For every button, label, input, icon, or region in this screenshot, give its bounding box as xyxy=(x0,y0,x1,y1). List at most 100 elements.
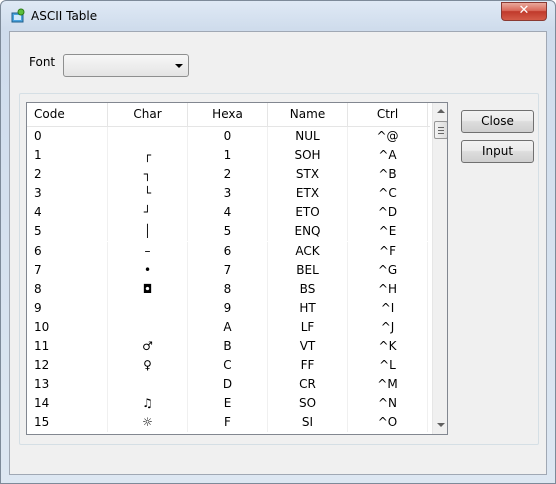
cell-char: ♀ xyxy=(108,356,188,376)
cell-hexa: C xyxy=(188,356,268,376)
cell-hexa: 5 xyxy=(188,222,268,242)
cell-hexa: E xyxy=(188,394,268,414)
table-row[interactable]: 9 9 HT ^I xyxy=(27,298,430,318)
input-button[interactable]: Input xyxy=(461,140,534,163)
column-header-hexa[interactable]: Hexa xyxy=(188,103,268,126)
cell-ctrl: ^A xyxy=(348,146,428,166)
cell-name: NUL xyxy=(268,127,348,146)
cell-name: FF xyxy=(268,356,348,376)
table-row[interactable]: 6–6 ACK ^F xyxy=(27,241,430,261)
cell-name: STX xyxy=(268,165,348,185)
cell-char: ♫ xyxy=(108,394,188,414)
cell-code: 9 xyxy=(27,298,108,318)
cell-ctrl: ^E xyxy=(348,222,428,242)
scrollbar-thumb[interactable] xyxy=(434,121,447,139)
cell-code: 11 xyxy=(27,337,108,357)
table-row[interactable]: 1 ┌ 1 SOH ^A xyxy=(27,146,430,166)
table-row[interactable]: 8 ◘ 8 BS ^H xyxy=(27,279,430,299)
font-dropdown[interactable] xyxy=(63,54,189,77)
cell-ctrl: ^N xyxy=(348,394,428,414)
cell-hexa: 4 xyxy=(188,203,268,223)
cell-hexa: A xyxy=(188,317,268,337)
cell-name: BS xyxy=(268,279,348,299)
column-header-ctrl[interactable]: Ctrl xyxy=(348,103,428,126)
font-label: Font xyxy=(29,55,56,69)
cell-code: 0 xyxy=(27,127,108,146)
cell-code: 5 xyxy=(27,222,108,242)
cell-code: 3 xyxy=(27,184,108,204)
cell-ctrl: ^D xyxy=(348,203,428,223)
table-row[interactable]: 10 A LF ^J xyxy=(27,317,430,337)
cell-code: 8 xyxy=(27,279,108,299)
cell-ctrl: ^K xyxy=(348,337,428,357)
cell-char: ◘ xyxy=(108,279,188,299)
cell-code: 10 xyxy=(27,317,108,337)
title-bar[interactable]: ASCII Table ✕ xyxy=(1,1,556,31)
table-row[interactable]: 4 ┘ 4 ETO ^D xyxy=(27,203,430,223)
cell-name: ETO xyxy=(268,203,348,223)
close-button[interactable]: Close xyxy=(461,110,534,133)
cell-char: • xyxy=(108,260,188,280)
cell-ctrl: ^B xyxy=(348,165,428,185)
cell-char xyxy=(108,298,188,318)
cell-name: CR xyxy=(268,375,348,395)
cell-hexa: 0 xyxy=(188,127,268,146)
cell-hexa: 7 xyxy=(188,260,268,280)
cell-name: BEL xyxy=(268,260,348,280)
table-row[interactable]: 2 ┐ 2 STX ^B xyxy=(27,165,430,185)
cell-hexa: D xyxy=(188,375,268,395)
window-close-button[interactable]: ✕ xyxy=(501,2,547,21)
cell-name: ACK xyxy=(268,241,348,261)
cell-code: 1 xyxy=(27,146,108,166)
cell-name: LF xyxy=(268,317,348,337)
cell-char xyxy=(108,317,188,337)
table-row[interactable]: 12 ♀ C FF ^L xyxy=(27,356,430,376)
window-title: ASCII Table xyxy=(31,9,98,23)
scroll-down-button[interactable] xyxy=(433,417,447,434)
cell-name: VT xyxy=(268,337,348,357)
cell-ctrl: ^O xyxy=(348,413,428,433)
cell-ctrl: ^L xyxy=(348,356,428,376)
table-row[interactable]: 13 D CR ^M xyxy=(27,375,430,395)
cell-char: ┌ xyxy=(108,146,188,166)
cell-hexa: 2 xyxy=(188,165,268,185)
vertical-scrollbar[interactable] xyxy=(432,103,447,434)
cell-hexa: B xyxy=(188,337,268,357)
table-row[interactable]: 5 │ 5 ENQ ^E xyxy=(27,222,430,242)
table-body: 0 0 NUL ^@ 1 ┌ 1 SOH ^A 2 ┐ 2 STX ^B 3 └ 3 ETX ^C 4 ┘ 4 ETO ^D 5… xyxy=(27,127,430,433)
app-icon xyxy=(11,8,25,23)
close-icon: ✕ xyxy=(518,3,530,18)
cell-name: SO xyxy=(268,394,348,414)
cell-name: ENQ xyxy=(268,222,348,242)
chevron-down-icon xyxy=(175,64,183,68)
table-row[interactable]: 3 └ 3 ETX ^C xyxy=(27,184,430,204)
table-row[interactable]: 7 • 7 BEL ^G xyxy=(27,260,430,280)
cell-char: ┐ xyxy=(108,165,188,185)
cell-ctrl: ^I xyxy=(348,298,428,318)
cell-char xyxy=(108,127,188,146)
table-row[interactable]: 11 ♂ B VT ^K xyxy=(27,337,430,357)
table-row[interactable]: 14 ♫ E SO ^N xyxy=(27,394,430,414)
cell-ctrl: ^M xyxy=(348,375,428,395)
scroll-up-icon xyxy=(437,109,445,113)
column-header-name[interactable]: Name xyxy=(268,103,348,126)
column-header-code[interactable]: Code xyxy=(27,103,108,126)
cell-ctrl: ^G xyxy=(348,260,428,280)
scroll-up-button[interactable] xyxy=(433,103,447,120)
cell-code: 4 xyxy=(27,203,108,223)
table-row[interactable]: 15 ☼ F SI ^O xyxy=(27,413,430,433)
column-header-char[interactable]: Char xyxy=(108,103,188,126)
cell-char xyxy=(108,375,188,395)
cell-hexa: 3 xyxy=(188,184,268,204)
table-row[interactable]: 0 0 NUL ^@ xyxy=(27,127,430,146)
cell-code: 7 xyxy=(27,260,108,280)
cell-ctrl: ^@ xyxy=(348,127,428,146)
cell-name: HT xyxy=(268,298,348,318)
cell-ctrl: ^H xyxy=(348,279,428,299)
cell-ctrl: ^F xyxy=(348,241,428,261)
cell-char: ♂ xyxy=(108,337,188,357)
grip-line xyxy=(438,127,444,128)
cell-char: └ xyxy=(108,184,188,204)
ascii-table-list[interactable]: Code Char Hexa Name Ctrl 0 0 NUL ^@ 1 ┌ 1 SOH ^A… xyxy=(26,102,448,435)
grip-line xyxy=(438,130,444,131)
